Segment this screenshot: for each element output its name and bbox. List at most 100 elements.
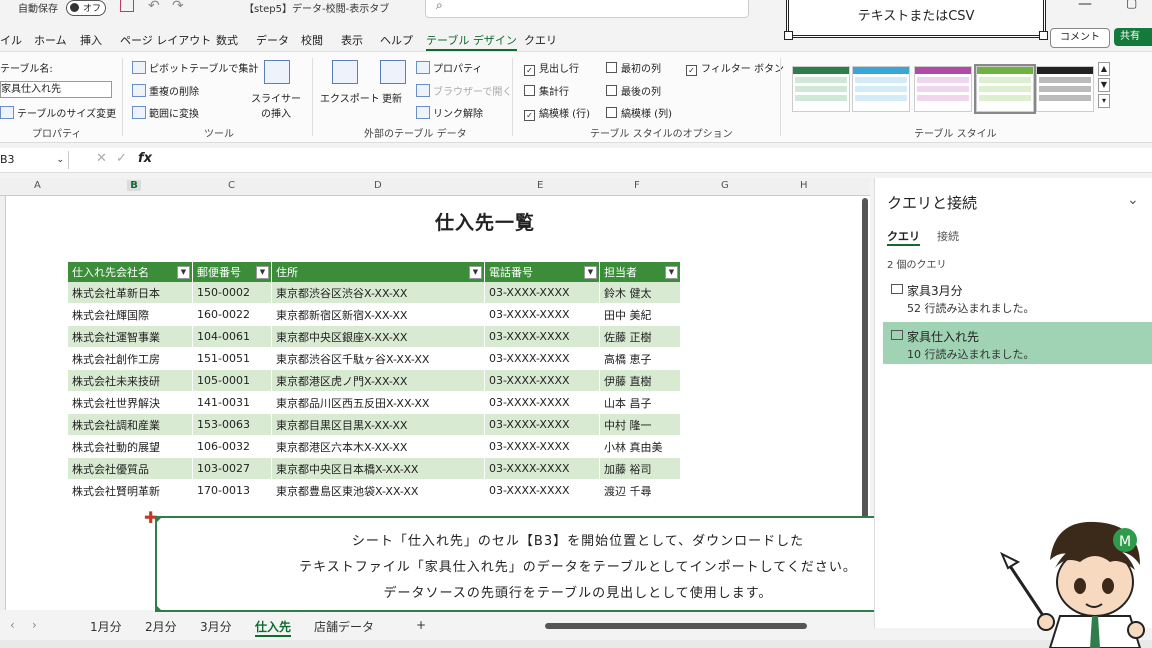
- add-sheet-button[interactable]: +: [416, 618, 426, 632]
- cell-postal[interactable]: 103-0027: [192, 457, 272, 480]
- filter-dropdown-icon[interactable]: ▼: [584, 266, 597, 279]
- refresh-icon[interactable]: [380, 60, 406, 84]
- cell-phone[interactable]: 03-XXXX-XXXX: [484, 413, 600, 436]
- cell-contact[interactable]: 高橋 恵子: [599, 347, 681, 370]
- styles-down-icon[interactable]: ▼: [1098, 78, 1110, 92]
- cell-postal[interactable]: 170-0013: [192, 479, 272, 502]
- col-h[interactable]: H: [800, 180, 808, 191]
- header-contact[interactable]: 担当者 ▼: [599, 262, 681, 282]
- col-d[interactable]: D: [374, 180, 382, 191]
- cell-postal[interactable]: 104-0061: [192, 325, 272, 348]
- export-label[interactable]: エクスポート: [320, 90, 380, 105]
- cell-address[interactable]: 東京都中央区銀座X-XX-XX: [271, 325, 485, 348]
- cancel-icon[interactable]: ✕: [96, 151, 107, 166]
- cell-phone[interactable]: 03-XXXX-XXXX: [484, 457, 600, 480]
- tab-insert[interactable]: 挿入: [80, 32, 102, 48]
- save-icon[interactable]: [120, 0, 134, 12]
- table-style-blue[interactable]: [852, 66, 910, 112]
- cell-address[interactable]: 東京都港区六本木X-XX-XX: [271, 435, 485, 458]
- cell-postal[interactable]: 105-0001: [192, 369, 272, 392]
- cell-phone[interactable]: 03-XXXX-XXXX: [484, 325, 600, 348]
- col-a[interactable]: A: [34, 180, 41, 191]
- cell-postal[interactable]: 160-0022: [192, 303, 272, 326]
- dedupe-button[interactable]: 重複の削除: [132, 83, 199, 98]
- tab-prev-icon[interactable]: ‹: [10, 618, 15, 632]
- pivot-button[interactable]: ピボットテーブルで集計: [132, 60, 258, 75]
- redo-icon[interactable]: ↷: [172, 0, 184, 14]
- tab-next-icon[interactable]: ›: [32, 618, 37, 632]
- cell-phone[interactable]: 03-XXXX-XXXX: [484, 347, 600, 370]
- cell-phone[interactable]: 03-XXXX-XXXX: [484, 369, 600, 392]
- cell-phone[interactable]: 03-XXXX-XXXX: [484, 435, 600, 458]
- cell-postal[interactable]: 150-0002: [192, 282, 272, 304]
- pane-tab-connections[interactable]: 接続: [937, 228, 959, 244]
- cell-company[interactable]: 株式会社優質品: [68, 457, 193, 480]
- fx-icon[interactable]: fx: [138, 151, 152, 166]
- col-b[interactable]: B: [127, 180, 141, 191]
- cell-company[interactable]: 株式会社世界解決: [68, 391, 193, 414]
- sheet-tab-jan[interactable]: 1月分: [90, 618, 122, 635]
- sheet-tab-stores[interactable]: 店舗データ: [314, 618, 374, 635]
- opt-total-row[interactable]: 集計行: [524, 83, 569, 98]
- tab-data[interactable]: データ: [256, 32, 289, 48]
- cell-company[interactable]: 株式会社賢明革新: [68, 479, 193, 502]
- tab-query[interactable]: クエリ: [524, 32, 557, 48]
- comment-button[interactable]: コメント: [1050, 28, 1110, 48]
- cell-contact[interactable]: 渡辺 千尋: [599, 479, 681, 502]
- header-address[interactable]: 住所 ▼: [271, 262, 485, 282]
- table-style-black[interactable]: [1036, 66, 1094, 112]
- opt-banded-cols[interactable]: 縞模様 (列): [606, 105, 672, 120]
- query-item[interactable]: 家具3月分 52 行読み込まれました。: [883, 276, 1152, 318]
- minimize-icon[interactable]: —: [1078, 0, 1092, 12]
- cell-contact[interactable]: 中村 隆一: [599, 413, 681, 436]
- cell-address[interactable]: 東京都新宿区新宿X-XX-XX: [271, 303, 485, 326]
- cell-contact[interactable]: 佐藤 正樹: [599, 325, 681, 348]
- col-c[interactable]: C: [228, 180, 235, 191]
- cell-contact[interactable]: 小林 真由美: [599, 435, 681, 458]
- undo-icon[interactable]: ↶: [148, 0, 160, 14]
- sheet-tab-suppliers[interactable]: 仕入先: [255, 618, 292, 637]
- cell-phone[interactable]: 03-XXXX-XXXX: [484, 303, 600, 326]
- tab-page-layout[interactable]: ページ レイアウト: [120, 32, 211, 48]
- styles-more-icon[interactable]: ▾: [1098, 94, 1110, 108]
- slicer-icon[interactable]: [264, 60, 290, 84]
- tab-review[interactable]: 校閲: [301, 32, 323, 48]
- cell-company[interactable]: 株式会社輝国際: [68, 303, 193, 326]
- cell-company[interactable]: 株式会社運智事業: [68, 325, 193, 348]
- cell-postal[interactable]: 141-0031: [192, 391, 272, 414]
- tab-formulas[interactable]: 数式: [216, 32, 238, 48]
- cell-contact[interactable]: 田中 美紀: [599, 303, 681, 326]
- cell-postal[interactable]: 106-0032: [192, 435, 272, 458]
- export-icon[interactable]: [332, 60, 358, 84]
- cell-address[interactable]: 東京都港区虎ノ門X-XX-XX: [271, 369, 485, 392]
- cell-phone[interactable]: 03-XXXX-XXXX: [484, 391, 600, 414]
- table-name-field[interactable]: 家具仕入れ先: [0, 81, 112, 98]
- horizontal-scrollbar[interactable]: [545, 623, 807, 629]
- table-style-lightgreen[interactable]: [974, 64, 1036, 114]
- cell-address[interactable]: 東京都渋谷区千駄ヶ谷X-XX-XX: [271, 347, 485, 370]
- resize-table-button[interactable]: テーブルのサイズ変更: [0, 105, 116, 120]
- sheet-tab-feb[interactable]: 2月分: [145, 618, 177, 635]
- convert-range-button[interactable]: 範囲に変換: [132, 105, 199, 120]
- cell-address[interactable]: 東京都渋谷区渋谷X-XX-XX: [271, 282, 485, 304]
- name-box[interactable]: B3 ⌄: [0, 151, 69, 169]
- tab-help[interactable]: ヘルプ: [380, 32, 413, 48]
- table-style-green[interactable]: [792, 66, 850, 112]
- cell-postal[interactable]: 153-0063: [192, 413, 272, 436]
- share-button[interactable]: 共有: [1114, 28, 1152, 46]
- tab-file[interactable]: イル: [0, 32, 22, 48]
- cell-company[interactable]: 株式会社動的展望: [68, 435, 193, 458]
- sheet-tab-mar[interactable]: 3月分: [200, 618, 232, 635]
- vertical-scrollbar[interactable]: [862, 198, 868, 528]
- filter-dropdown-icon[interactable]: ▼: [665, 266, 678, 279]
- cell-address[interactable]: 東京都豊島区東池袋X-XX-XX: [271, 479, 485, 502]
- col-f[interactable]: F: [634, 180, 640, 191]
- pane-tab-queries[interactable]: クエリ: [887, 228, 920, 246]
- opt-header-row[interactable]: ✓ 見出し行: [524, 60, 579, 76]
- cell-contact[interactable]: 山本 昌子: [599, 391, 681, 414]
- col-g[interactable]: G: [721, 180, 729, 191]
- cell-address[interactable]: 東京都中央区日本橋X-XX-XX: [271, 457, 485, 480]
- autosave-toggle[interactable]: オフ: [66, 0, 106, 16]
- tab-home[interactable]: ホーム: [34, 32, 67, 48]
- tab-table-design[interactable]: テーブル デザイン: [426, 32, 517, 51]
